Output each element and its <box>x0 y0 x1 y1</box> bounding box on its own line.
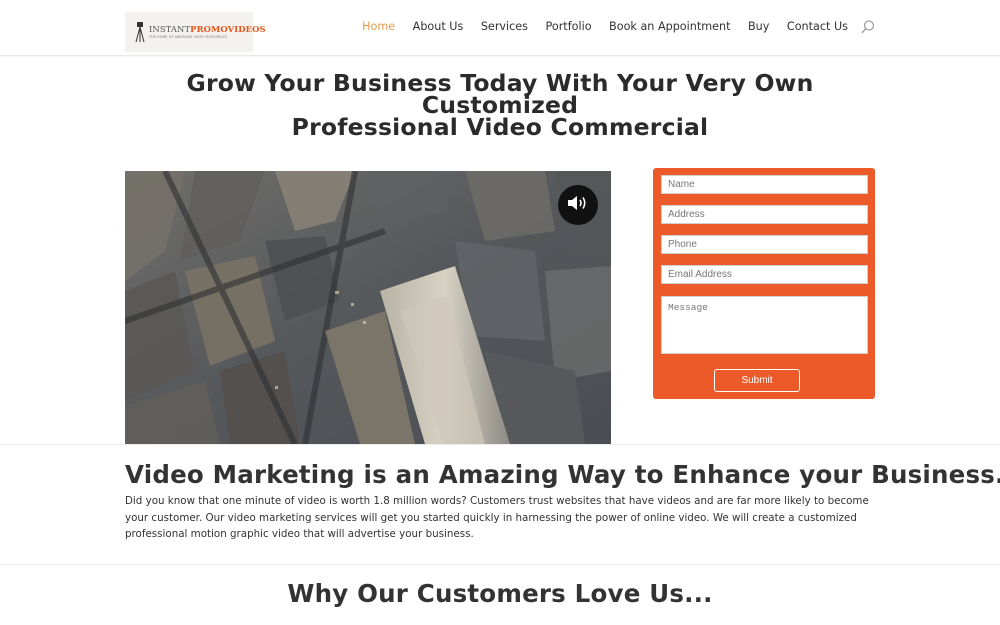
nav-services[interactable]: Services <box>481 20 528 33</box>
camera-tripod-icon <box>135 21 145 43</box>
nav-book-appointment[interactable]: Book an Appointment <box>609 20 730 33</box>
site-logo[interactable]: INSTANTPROMOVIDEOS THE HOME OF AWESOME V… <box>125 12 266 52</box>
nav-contact-us[interactable]: Contact Us <box>787 20 848 33</box>
message-field[interactable] <box>661 296 868 354</box>
submit-button[interactable]: Submit <box>714 369 800 392</box>
main-nav: Home About Us Services Portfolio Book an… <box>345 20 848 33</box>
phone-field[interactable] <box>661 235 868 254</box>
section-divider-2 <box>0 564 1000 565</box>
promo-video[interactable] <box>125 171 611 444</box>
nav-about-us[interactable]: About Us <box>413 20 464 33</box>
hero-title-line2: Professional Video Commercial <box>291 113 709 141</box>
hero-title-line1: Grow Your Business Today With Your Very … <box>186 69 814 119</box>
section-divider <box>0 444 1000 445</box>
nav-buy[interactable]: Buy <box>748 20 769 33</box>
aerial-city-image <box>125 171 611 444</box>
hero-title: Grow Your Business Today With Your Very … <box>125 69 875 141</box>
logo-tagline: THE HOME OF AWESOME VIDEO RESOURCES <box>149 34 228 39</box>
nav-home[interactable]: Home <box>362 20 395 33</box>
volume-button[interactable] <box>558 185 598 225</box>
email-field[interactable] <box>661 265 868 284</box>
section-title: Video Marketing is an Amazing Way to Enh… <box>125 460 1000 489</box>
search-icon[interactable] <box>860 19 876 35</box>
section-body: Did you know that one minute of video is… <box>125 495 869 540</box>
nav-portfolio[interactable]: Portfolio <box>546 20 592 33</box>
address-field[interactable] <box>661 205 868 224</box>
logo-name: INSTANTPROMOVIDEOS <box>149 24 266 35</box>
name-field[interactable] <box>661 175 868 194</box>
customers-title: Why Our Customers Love Us... <box>287 579 713 608</box>
contact-form: Submit <box>653 168 875 399</box>
volume-icon <box>567 194 589 216</box>
site-header: INSTANTPROMOVIDEOS THE HOME OF AWESOME V… <box>0 0 1000 56</box>
